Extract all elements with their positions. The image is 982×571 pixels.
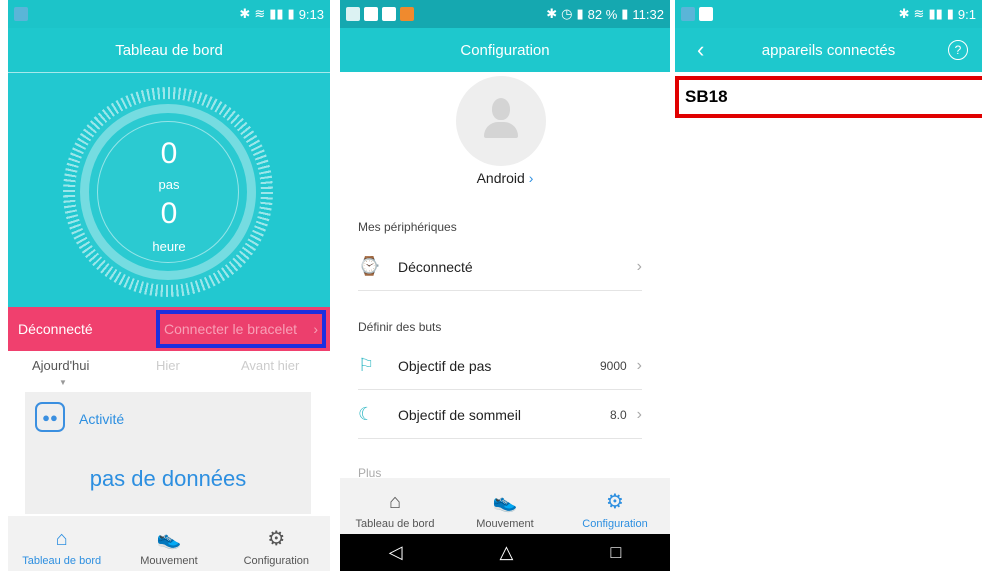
chevron-right-icon: › xyxy=(528,170,534,186)
bluetooth-icon: ✱ xyxy=(546,6,558,21)
nav-configuration-label: Configuration xyxy=(582,518,648,530)
gear-icon: ⚙ xyxy=(606,491,624,513)
chevron-right-icon: › xyxy=(313,321,318,337)
signal-icon: ▮ xyxy=(576,6,584,21)
hours-value: 0 xyxy=(160,197,178,230)
image-notification-icon xyxy=(699,7,713,21)
battery-icon: ▮ xyxy=(287,6,295,21)
status-bar: ✱ ≋ ▮▮ ▮ 9:1 xyxy=(675,0,982,28)
nav-configuration[interactable]: ⚙ Configuration xyxy=(223,516,330,571)
app-notification-icon xyxy=(681,7,695,21)
signal-icon: ▮▮ xyxy=(269,6,284,21)
footsteps-icon: ●● xyxy=(35,402,65,432)
nav-dashboard[interactable]: ⌂ Tableau de bord xyxy=(8,516,115,571)
nav-dashboard-label: Tableau de bord xyxy=(22,555,102,567)
notification-icon xyxy=(382,7,396,21)
status-bar: ✱ ≋ ▮▮ ▮ 9:13 xyxy=(8,0,330,28)
connect-bracelet-button[interactable]: Connecter le bracelet › xyxy=(152,307,330,351)
steps-goal-label: Objectif de pas xyxy=(398,357,492,374)
bottom-nav: ⌂ Tableau de bord 👟 Mouvement ⚙ Configur… xyxy=(8,516,330,571)
goals-section-title: Définir des buts xyxy=(358,320,442,334)
sleep-goal-row[interactable]: ☾ Objectif de sommeil 8.0 › xyxy=(358,391,642,439)
devices-section-title: Mes périphériques xyxy=(358,220,457,234)
progress-ring-area: 0 pas 0 heure xyxy=(8,72,330,308)
sleep-goal-value: 8.0 xyxy=(609,407,627,422)
avatar[interactable] xyxy=(456,76,546,166)
chevron-right-icon: › xyxy=(636,405,642,423)
user-name-link[interactable]: Android › xyxy=(340,170,670,186)
configuration-screen: ✱ ◷ ▮ 82 % ▮ 11:32 Configuration Android… xyxy=(340,0,670,571)
bottom-nav: ⌂ Tableau de bord 👟 Mouvement ⚙ Configur… xyxy=(340,478,670,534)
page-title: Tableau de bord xyxy=(8,28,330,72)
nav-configuration-label: Configuration xyxy=(243,555,310,567)
steps-label: pas xyxy=(158,177,180,192)
shoe-icon: 👟 xyxy=(156,528,182,550)
activity-card[interactable]: ●● Activité pas de données xyxy=(25,392,311,514)
chevron-right-icon: › xyxy=(636,257,642,275)
flag-icon: ⚐ xyxy=(358,355,375,375)
bluetooth-icon: ✱ xyxy=(898,6,910,21)
device-status: Déconnecté xyxy=(398,258,473,275)
page-title: Configuration xyxy=(340,28,670,72)
signal-icon: ▮▮ xyxy=(928,6,943,21)
page-header: ‹ appareils connectés ? xyxy=(675,28,982,72)
app-notification-icon xyxy=(400,7,414,21)
gear-icon: ⚙ xyxy=(267,528,286,550)
moon-icon: ☾ xyxy=(358,404,375,424)
tab-today[interactable]: Ajourd'hui xyxy=(32,358,89,373)
watch-icon: ⌚ xyxy=(358,256,381,276)
no-data-text: pas de données xyxy=(89,466,247,491)
connected-devices-screen: ✱ ≋ ▮▮ ▮ 9:1 ‹ appareils connectés ? SB1… xyxy=(675,0,982,571)
nav-movement[interactable]: 👟 Mouvement xyxy=(450,478,560,534)
user-name: Android xyxy=(476,170,525,186)
home-icon: ⌂ xyxy=(388,491,402,513)
nav-movement-label: Mouvement xyxy=(140,555,198,567)
activity-title: Activité xyxy=(79,411,125,427)
nav-dashboard-label: Tableau de bord xyxy=(355,518,435,530)
nav-dashboard[interactable]: ⌂ Tableau de bord xyxy=(340,478,450,534)
page-title: appareils connectés xyxy=(761,41,896,59)
device-list-item[interactable]: SB18 xyxy=(675,76,982,118)
home-circle-icon[interactable]: △ xyxy=(500,542,514,563)
notification-icon xyxy=(364,7,378,21)
status-time: 9:1 xyxy=(957,6,976,22)
app-notification-icon xyxy=(14,7,28,21)
steps-value: 0 xyxy=(160,137,178,170)
shoe-icon: 👟 xyxy=(492,491,518,513)
chevron-right-icon: › xyxy=(636,356,642,374)
alarm-icon: ◷ xyxy=(561,6,573,21)
dashboard-screen: ✱ ≋ ▮▮ ▮ 9:13 Tableau de bord 0 pas 0 he… xyxy=(8,0,330,571)
help-icon[interactable]: ? xyxy=(948,40,968,60)
nav-configuration[interactable]: ⚙ Configuration xyxy=(560,478,670,534)
nav-movement-label: Mouvement xyxy=(476,518,534,530)
tab-day-before[interactable]: Avant hier xyxy=(241,358,299,373)
back-icon[interactable]: ◁ xyxy=(389,542,403,563)
image-notification-icon xyxy=(346,7,360,21)
status-bar: ✱ ◷ ▮ 82 % ▮ 11:32 xyxy=(340,0,670,28)
device-row[interactable]: ⌚ Déconnecté › xyxy=(358,243,642,291)
bluetooth-icon: ✱ xyxy=(239,6,251,21)
status-time: 9:13 xyxy=(298,6,324,22)
back-arrow-icon[interactable]: ‹ xyxy=(697,37,704,63)
user-silhouette-body xyxy=(484,122,518,138)
status-time: 11:32 xyxy=(632,6,664,22)
wifi-icon: ≋ xyxy=(254,6,266,21)
user-silhouette-icon xyxy=(492,98,510,120)
hours-label: heure xyxy=(152,239,186,254)
system-nav-bar: ◁ △ □ xyxy=(340,534,670,571)
recents-icon[interactable]: □ xyxy=(611,542,622,563)
battery-icon: ▮ xyxy=(946,6,954,21)
connect-bracelet-label: Connecter le bracelet xyxy=(164,321,298,337)
connection-status: Déconnecté xyxy=(8,307,152,351)
sleep-goal-label: Objectif de sommeil xyxy=(398,406,521,423)
home-icon: ⌂ xyxy=(55,528,68,550)
tab-yesterday[interactable]: Hier xyxy=(156,358,180,373)
battery-icon: ▮ xyxy=(621,6,629,21)
nav-movement[interactable]: 👟 Mouvement xyxy=(115,516,222,571)
caret-down-icon: ▼ xyxy=(59,378,67,387)
wifi-icon: ≋ xyxy=(913,6,925,21)
steps-goal-value: 9000 xyxy=(599,358,627,373)
steps-goal-row[interactable]: ⚐ Objectif de pas 9000 › xyxy=(358,342,642,390)
battery-level: 82 % xyxy=(587,6,618,22)
